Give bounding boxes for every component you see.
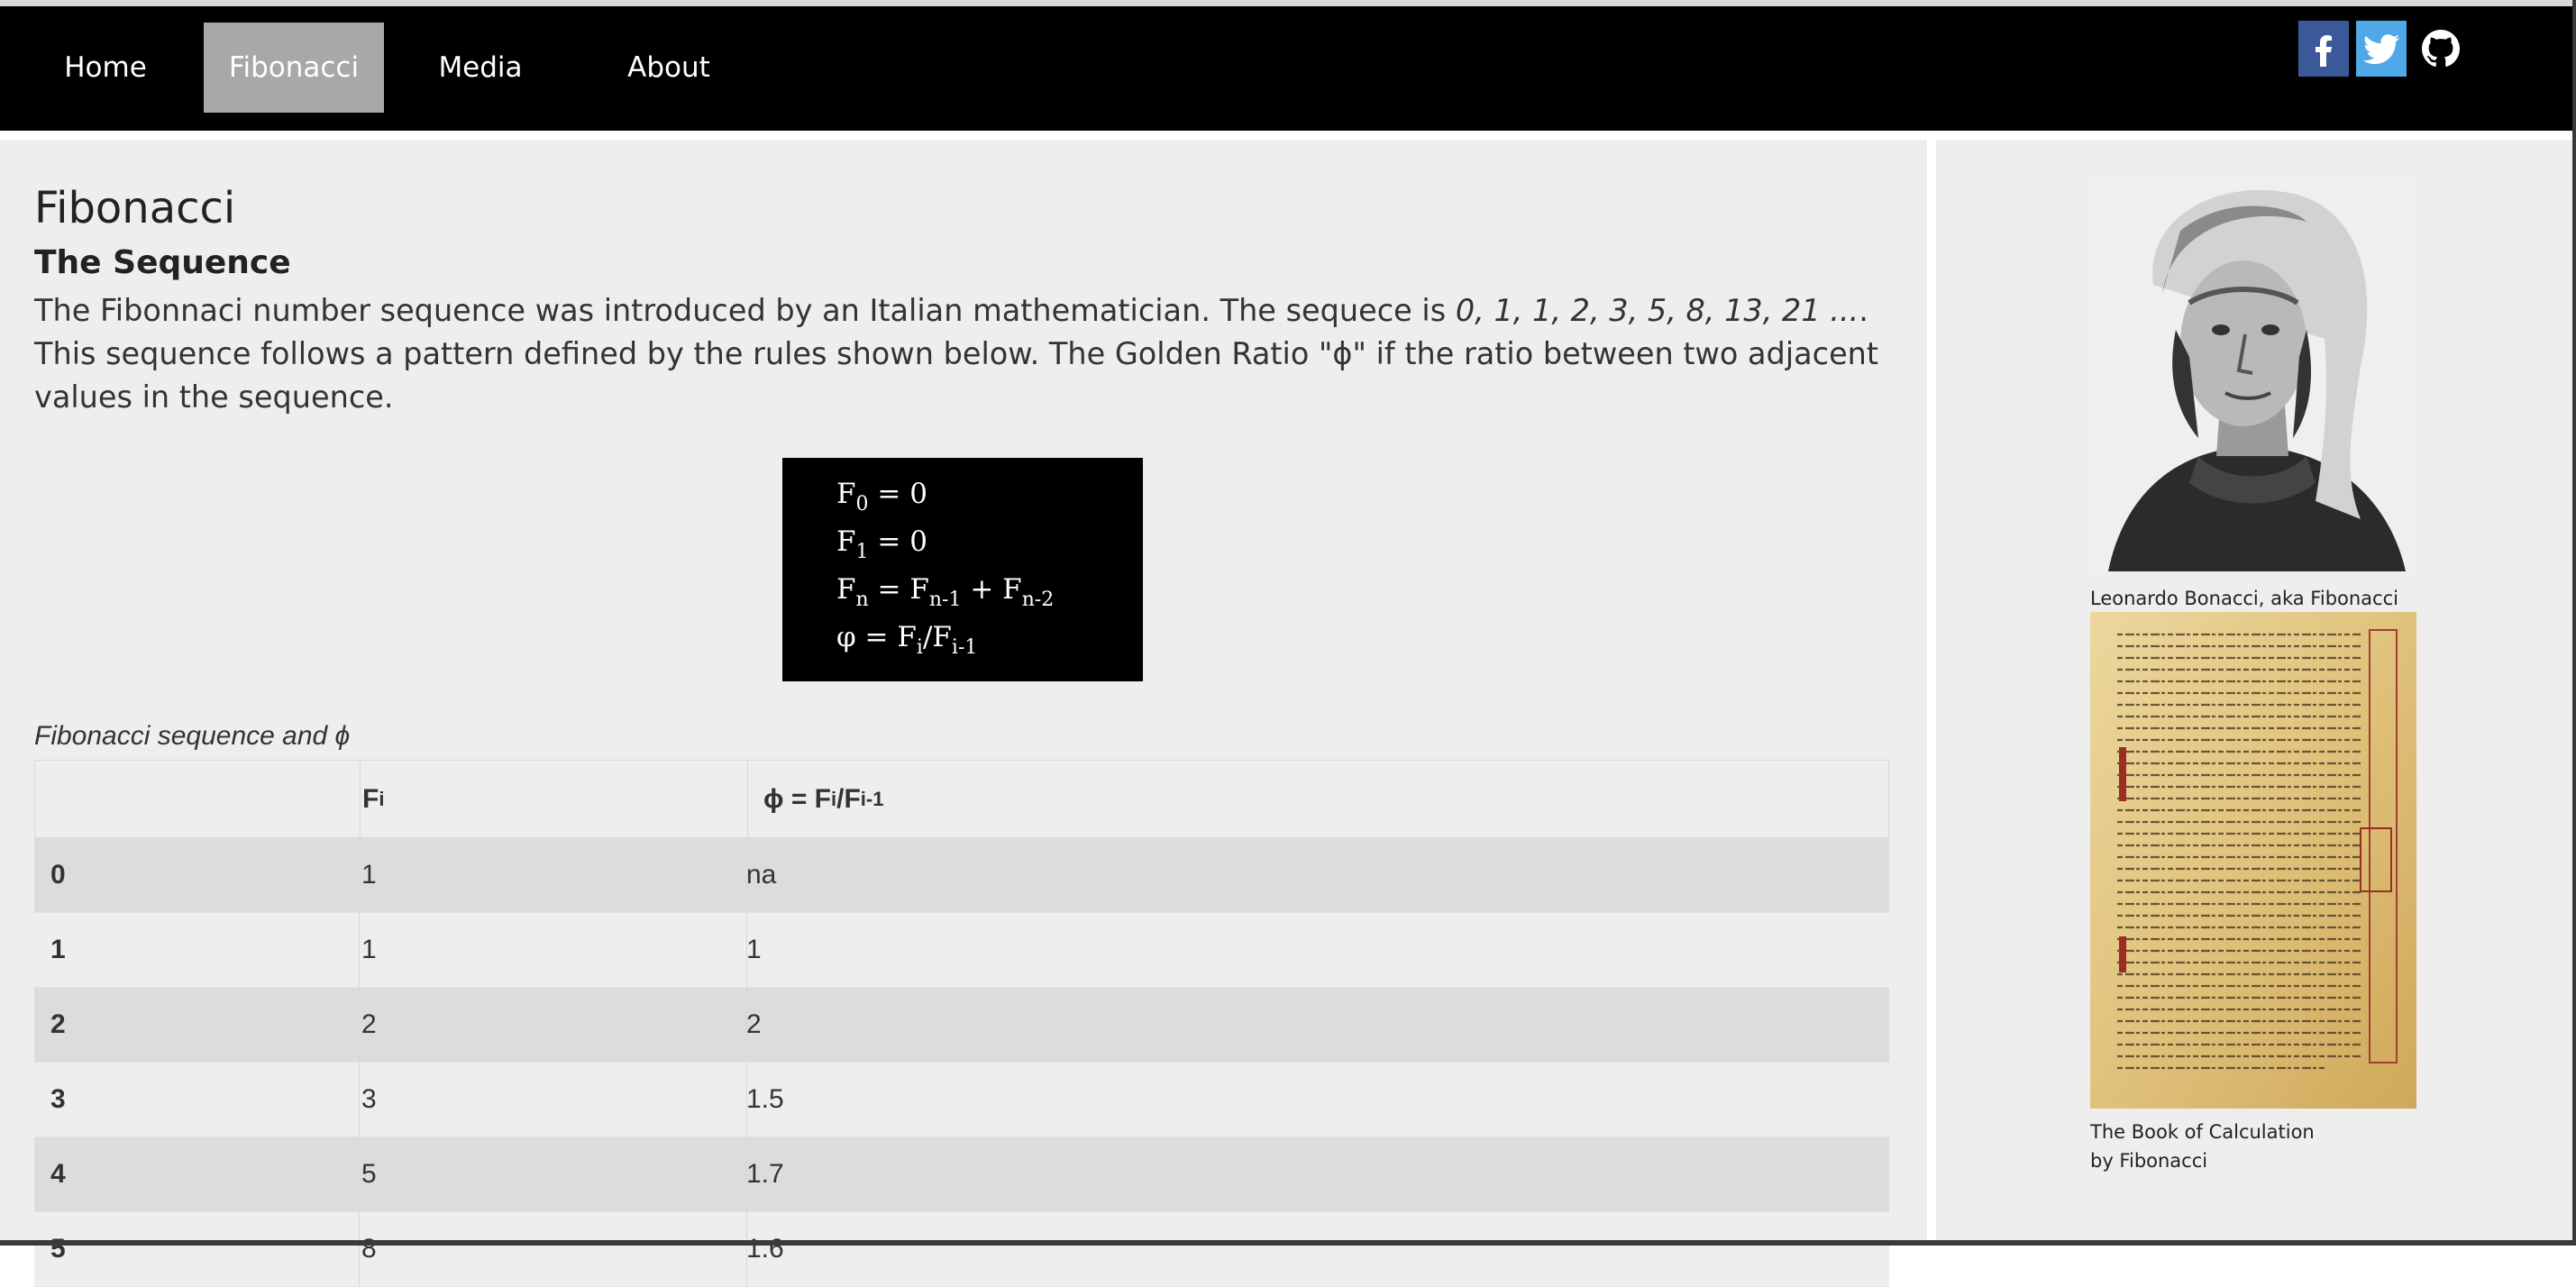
portrait-caption: Leonardo Bonacci, aka Fibonacci — [2090, 588, 2398, 609]
twitter-icon[interactable] — [2356, 21, 2407, 77]
table-header-row: Fi ɸ = Fi/F i-1 — [34, 760, 1889, 838]
row-index: 1 — [50, 935, 66, 964]
table-row: 2 2 2 — [34, 988, 1889, 1063]
fi-value: 2 — [361, 1009, 377, 1039]
nav-item-media[interactable]: Media — [413, 23, 548, 113]
row-index: 3 — [50, 1084, 66, 1114]
manuscript-image — [2090, 612, 2416, 1109]
formula-f1: F1 = 0 — [836, 525, 927, 563]
phi-value: na — [746, 860, 777, 890]
fi-value: 1 — [361, 860, 377, 890]
phi-value: 1.7 — [746, 1159, 784, 1189]
sidebar: Leonardo Bonacci, aka Fibonacci The Book… — [1936, 140, 2572, 1246]
browser-top-edge — [0, 0, 2576, 6]
page-title: Fibonacci — [34, 183, 236, 233]
intro-paragraph: The Fibonnaci number sequence was introd… — [34, 289, 1900, 419]
nav-item-about[interactable]: About — [602, 23, 735, 113]
fi-value: 5 — [361, 1159, 377, 1189]
top-nav-bar: Home Fibonacci Media About — [0, 6, 2576, 131]
table-row: 3 3 1.5 — [34, 1063, 1889, 1137]
github-icon[interactable] — [2416, 21, 2466, 77]
table-row: 0 1 na — [34, 838, 1889, 913]
fibonacci-table: Fi ɸ = Fi/F i-1 0 1 na 1 1 1 2 2 2 3 3 1.5 4 5 1.7 5 8 1.6 — [34, 760, 1889, 1287]
table-row: 5 8 1.6 — [34, 1212, 1889, 1287]
phi-value: 1.5 — [746, 1084, 784, 1114]
facebook-icon[interactable] — [2298, 21, 2349, 77]
formula-box: F0 = 0 F1 = 0 Fn = Fn-1 + Fn-2 φ = Fi/Fi… — [782, 458, 1143, 681]
formula-fn: Fn = Fn-1 + Fn-2 — [836, 573, 1055, 611]
row-index: 2 — [50, 1009, 66, 1039]
table-row: 1 1 1 — [34, 913, 1889, 988]
sequence-text: 0, 1, 1, 2, 3, 5, 8, 13, 21 ... — [1455, 293, 1859, 328]
fi-value: 3 — [361, 1084, 377, 1114]
manuscript-caption: The Book of Calculation by Fibonacci — [2090, 1121, 2315, 1172]
fi-value: 1 — [361, 935, 377, 964]
table-row: 4 5 1.7 — [34, 1137, 1889, 1212]
intro-text-1: The Fibonnaci number sequence was introd… — [34, 293, 1456, 328]
nav-item-fibonacci[interactable]: Fibonacci — [204, 23, 384, 113]
phi-value: 2 — [746, 1009, 762, 1039]
main-content: Fibonacci The Sequence The Fibonnaci num… — [0, 140, 1927, 1287]
section-heading: The Sequence — [34, 244, 291, 281]
phi-value: 1.6 — [746, 1234, 784, 1264]
formula-phi: φ = Fi/Fi-1 — [836, 621, 978, 659]
row-index: 5 — [50, 1234, 66, 1264]
formula-f0: F0 = 0 — [836, 478, 927, 516]
table-caption: Fibonacci sequence and ϕ — [34, 721, 351, 751]
nav-item-home[interactable]: Home — [40, 23, 171, 113]
fi-value: 8 — [361, 1234, 377, 1264]
header-phi: ɸ = Fi/F i-1 — [763, 783, 884, 814]
window-edge-right — [2572, 0, 2576, 1246]
row-index: 4 — [50, 1159, 66, 1189]
window-edge-bottom — [0, 1240, 2576, 1246]
phi-value: 1 — [746, 935, 762, 964]
column-divider — [1927, 140, 1936, 1246]
header-fi: Fi — [362, 783, 385, 814]
row-index: 0 — [50, 860, 66, 890]
fibonacci-portrait-image — [2090, 177, 2416, 571]
